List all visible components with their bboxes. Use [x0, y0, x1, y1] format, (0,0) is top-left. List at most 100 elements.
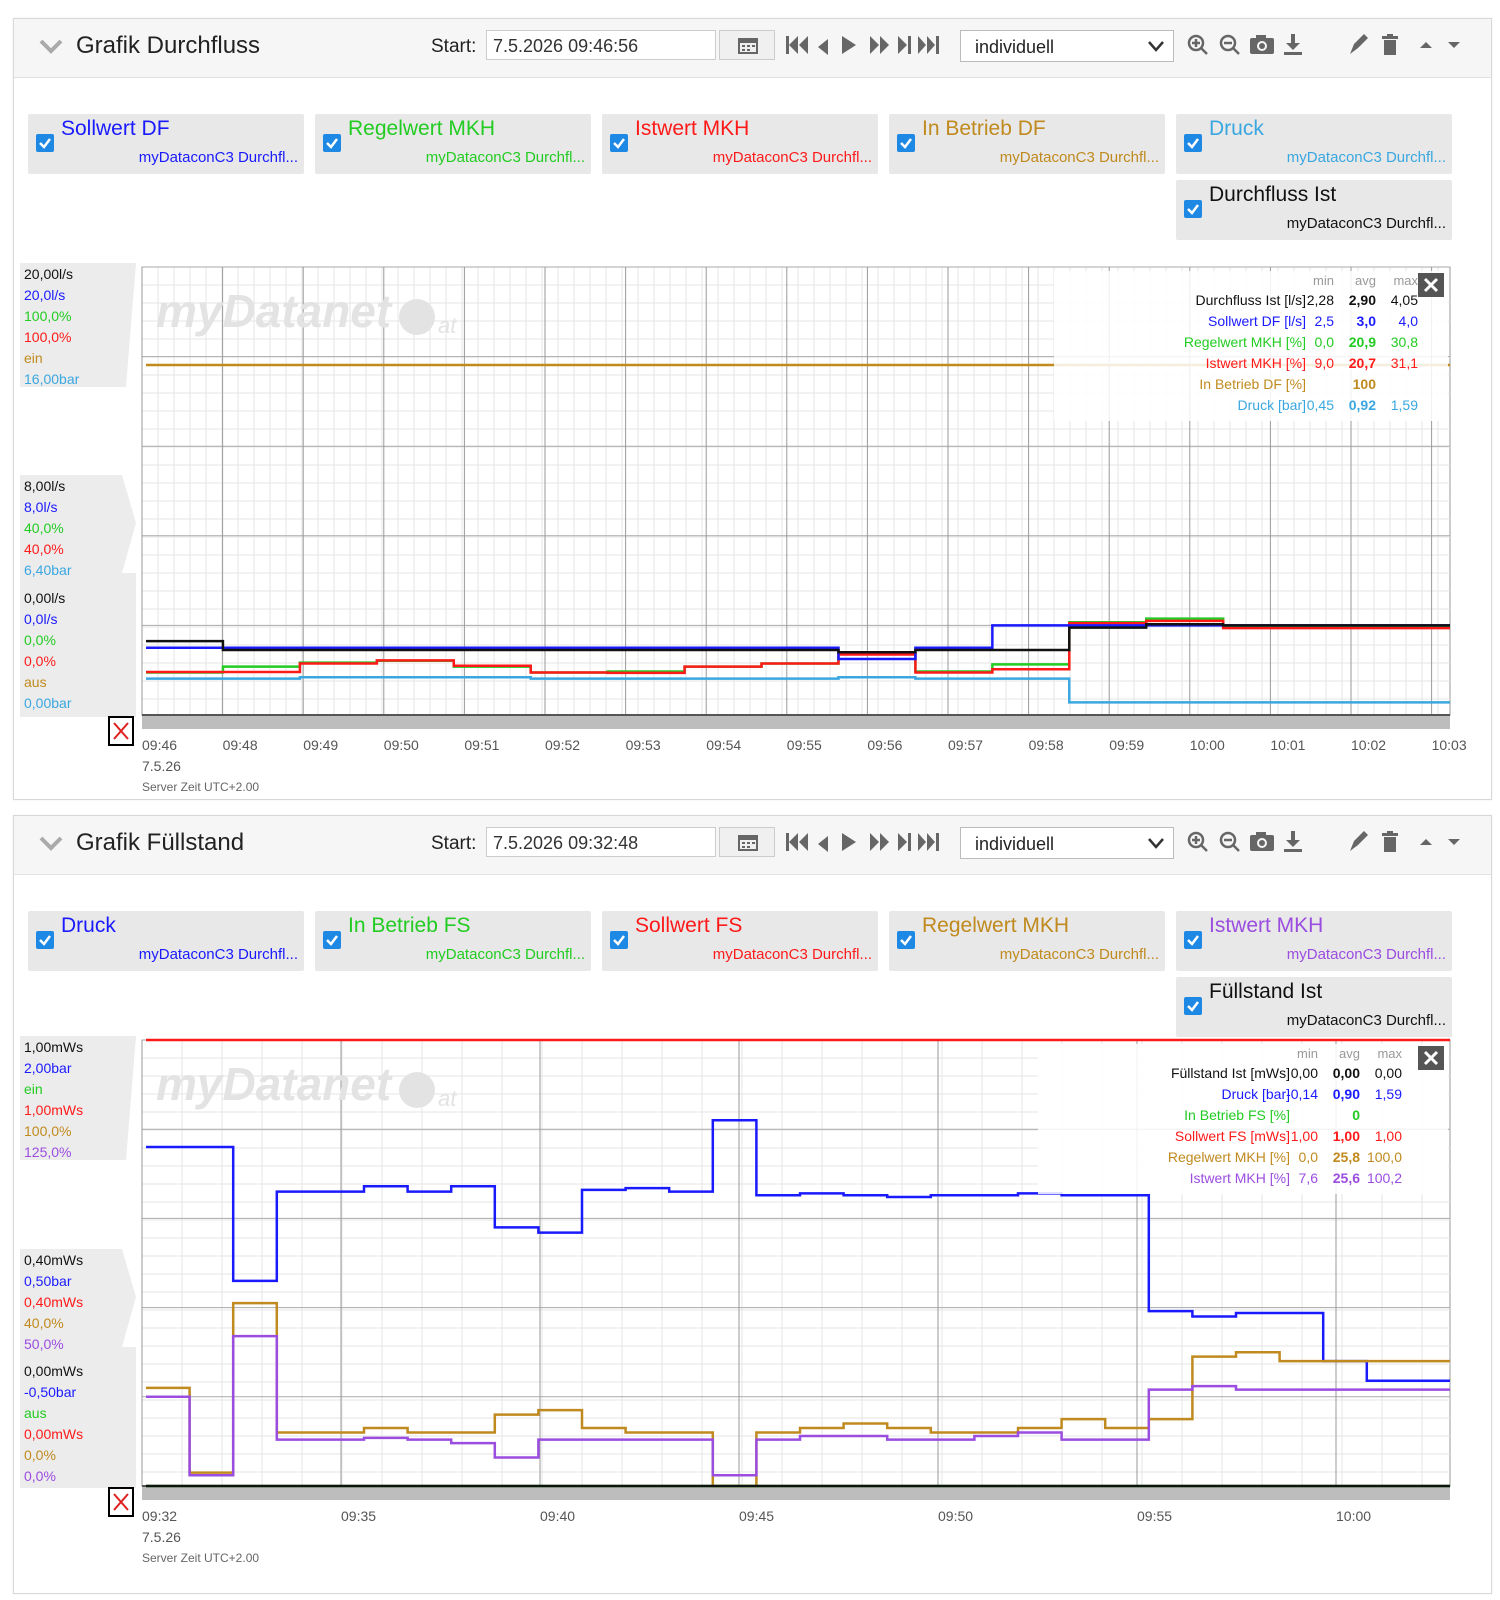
- reset-zoom-button[interactable]: [108, 716, 134, 746]
- move-up-icon[interactable]: [1420, 42, 1432, 48]
- stats-min: 0,00: [1291, 1065, 1318, 1081]
- axis-label-top: 1,00mWs: [24, 1102, 83, 1118]
- zoom-in-icon[interactable]: [1187, 34, 1208, 55]
- legend-item-druck[interactable]: Druck myDataconC3 Durchfl...: [1176, 114, 1452, 174]
- x-tick-label: 10:00: [1190, 737, 1225, 753]
- watermark-text: myDatanet: [156, 1058, 393, 1110]
- trash-icon[interactable]: [1382, 831, 1398, 852]
- stats-min: 1,00: [1291, 1128, 1318, 1144]
- start-date-input[interactable]: 7.5.2026 09:46:56: [486, 30, 716, 60]
- stats-max: 1,59: [1391, 397, 1418, 413]
- step-forward-icon[interactable]: [870, 833, 889, 851]
- legend-item-fuellstand-ist[interactable]: Füllstand Ist myDataconC3 Durchfl...: [1176, 977, 1452, 1037]
- axis-label-bottom: 0,00mWs: [24, 1426, 83, 1442]
- checkbox-checked[interactable]: [323, 931, 341, 949]
- axis-label-top: 16,00bar: [24, 371, 80, 387]
- chevron-down-icon[interactable]: [36, 31, 66, 61]
- checkbox-checked[interactable]: [610, 134, 628, 152]
- play-icon[interactable]: [842, 36, 856, 54]
- edit-icon[interactable]: [1350, 831, 1368, 851]
- x-tick-label: 10:01: [1270, 737, 1305, 753]
- checkbox-checked[interactable]: [36, 931, 54, 949]
- close-stats-button[interactable]: [1418, 1046, 1444, 1070]
- x-tick-label: 09:50: [938, 1508, 973, 1524]
- axis-label-bottom: 0,0l/s: [24, 611, 57, 627]
- checkbox-checked[interactable]: [897, 931, 915, 949]
- stats-avg: 3,0: [1357, 313, 1377, 329]
- date-label: 7.5.26: [142, 758, 181, 774]
- check-icon: [39, 138, 51, 149]
- play-icon[interactable]: [842, 833, 856, 851]
- x-tick-label: 09:46: [142, 737, 177, 753]
- legend-item-regelwert-mkh[interactable]: Regelwert MKH myDataconC3 Durchfl...: [315, 114, 591, 174]
- checkbox-checked[interactable]: [36, 134, 54, 152]
- legend-series-source: myDataconC3 Durchfl...: [138, 149, 298, 166]
- download-icon[interactable]: [1284, 831, 1302, 852]
- legend-item-in-betrieb-fs[interactable]: In Betrieb FS myDataconC3 Durchfl...: [315, 911, 591, 971]
- legend-series-source: myDataconC3 Durchfl...: [999, 946, 1159, 963]
- checkbox-checked[interactable]: [1184, 134, 1202, 152]
- legend-item-in-betrieb-df[interactable]: In Betrieb DF myDataconC3 Durchfl...: [889, 114, 1165, 174]
- checkbox-checked[interactable]: [323, 134, 341, 152]
- zoom-out-icon[interactable]: [1219, 831, 1240, 852]
- legend-item-sollwert-df[interactable]: Sollwert DF myDataconC3 Durchfl...: [28, 114, 304, 174]
- jump-back-icon[interactable]: [786, 833, 808, 851]
- legend-series-name: Sollwert DF: [61, 117, 170, 140]
- move-up-icon[interactable]: [1420, 839, 1432, 845]
- zoom-in-icon[interactable]: [1187, 831, 1208, 852]
- axis-label-mid: 6,40bar: [24, 562, 72, 578]
- stats-avg: 0: [1352, 1107, 1360, 1123]
- start-date-input[interactable]: 7.5.2026 09:32:48: [486, 827, 716, 857]
- edit-icon[interactable]: [1350, 34, 1368, 54]
- calendar-button[interactable]: [719, 827, 775, 857]
- reset-zoom-button[interactable]: [108, 1487, 134, 1517]
- close-stats-button[interactable]: [1418, 273, 1444, 297]
- x-tick-label: 09:53: [626, 737, 661, 753]
- step-back-icon[interactable]: [818, 836, 828, 852]
- range-select[interactable]: individuell: [960, 30, 1174, 62]
- trash-icon[interactable]: [1382, 34, 1398, 55]
- checkbox-checked[interactable]: [1184, 931, 1202, 949]
- legend-series-name: Sollwert FS: [635, 914, 743, 937]
- chevron-down-icon[interactable]: [36, 828, 66, 858]
- download-icon[interactable]: [1284, 34, 1302, 55]
- checkbox-checked[interactable]: [1184, 997, 1202, 1015]
- jump-back-icon[interactable]: [786, 36, 808, 54]
- legend-item-druck[interactable]: Druck myDataconC3 Durchfl...: [28, 911, 304, 971]
- chart-durchfluss[interactable]: myDatanet at 20,00l/s 20,0l/s 100,0% 100,0% ei…: [14, 241, 1491, 801]
- checkbox-checked[interactable]: [1184, 200, 1202, 218]
- start-label: Start:: [431, 833, 477, 854]
- stats-label: Füllstand Ist [mWs]: [1171, 1065, 1290, 1081]
- x-tick-label: 09:45: [739, 1508, 774, 1524]
- axis-label-top: 1,00mWs: [24, 1039, 83, 1055]
- chevron-down-icon: [1148, 838, 1164, 849]
- checkbox-checked[interactable]: [610, 931, 628, 949]
- legend-item-istwert-mkh[interactable]: Istwert MKH myDataconC3 Durchfl...: [602, 114, 878, 174]
- range-select[interactable]: individuell: [960, 827, 1174, 859]
- step-forward-icon[interactable]: [870, 36, 889, 54]
- camera-icon[interactable]: [1250, 35, 1274, 54]
- skip-end-icon[interactable]: [918, 833, 939, 851]
- stats-label: In Betrieb DF [%]: [1199, 376, 1306, 392]
- legend-item-regelwert-mkh[interactable]: Regelwert MKH myDataconC3 Durchfl...: [889, 911, 1165, 971]
- step-back-icon[interactable]: [818, 39, 828, 55]
- calendar-button[interactable]: [719, 30, 775, 60]
- watermark-drop-icon: [399, 299, 435, 335]
- chart-fuellstand[interactable]: myDatanet at 1,00mWs 2,00bar ein 1,00mWs 100,0…: [14, 1034, 1491, 1594]
- x-tick-label: 09:32: [142, 1508, 177, 1524]
- panel-header: Grafik Füllstand Start: 7.5.2026 09:32:4…: [14, 816, 1491, 875]
- legend-series-source: myDataconC3 Durchfl...: [1286, 1012, 1446, 1029]
- move-down-icon[interactable]: [1448, 42, 1460, 48]
- legend-series-name: Durchfluss Ist: [1209, 183, 1337, 206]
- move-down-icon[interactable]: [1448, 839, 1460, 845]
- checkbox-checked[interactable]: [897, 134, 915, 152]
- legend-item-sollwert-fs[interactable]: Sollwert FS myDataconC3 Durchfl...: [602, 911, 878, 971]
- skip-end-icon[interactable]: [918, 36, 939, 54]
- skip-forward-icon[interactable]: [898, 833, 911, 851]
- axis-label-mid: 0,40mWs: [24, 1294, 83, 1310]
- camera-icon[interactable]: [1250, 832, 1274, 851]
- legend-item-durchfluss-ist[interactable]: Durchfluss Ist myDataconC3 Durchfl...: [1176, 180, 1452, 240]
- zoom-out-icon[interactable]: [1219, 34, 1240, 55]
- skip-forward-icon[interactable]: [898, 36, 911, 54]
- legend-item-istwert-mkh[interactable]: Istwert MKH myDataconC3 Durchfl...: [1176, 911, 1452, 971]
